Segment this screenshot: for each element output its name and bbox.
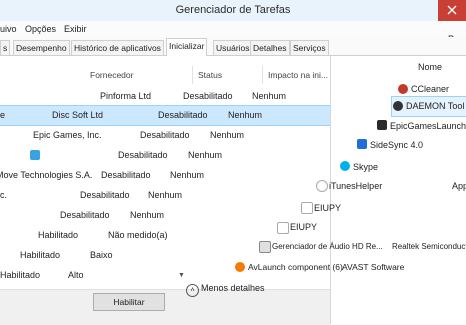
tab-strip: s Desempenho Histórico de aplicativos In… (0, 37, 466, 56)
list-item[interactable]: EIUPY (290, 222, 317, 232)
impact-cell: Alto (68, 270, 84, 280)
window-title: Gerenciador de Tarefas (175, 4, 291, 16)
list-item[interactable]: DAEMON Tool (406, 101, 464, 111)
status-cell: Desabilitado (60, 210, 110, 220)
tab-app-history[interactable]: Histórico de aplicativos (71, 40, 164, 55)
list-item[interactable]: AvLaunch component (6) (248, 262, 343, 272)
impact-cell: Nenhum (252, 91, 287, 101)
publisher-cell: Epic Games, Inc. (33, 130, 102, 140)
publisher-cell: c. (0, 190, 8, 200)
tab-details[interactable]: Detalhes (250, 40, 290, 55)
menu-file[interactable]: uivo (0, 24, 17, 34)
menu-view[interactable]: Exibir (64, 24, 87, 34)
publisher-partial: App (452, 181, 466, 191)
list-item[interactable]: EpicGamesLaunche (390, 121, 466, 131)
table-row-selected[interactable]: e Disc Soft Ltd Desabilitado Nenhum (0, 105, 330, 126)
tab-services[interactable]: Serviços (290, 40, 329, 55)
row-prefix: e (0, 110, 6, 120)
status-cell: Desabilitado (101, 170, 151, 180)
publisher-cell: Disc Soft Ltd (52, 110, 104, 120)
file-icon (277, 222, 289, 234)
menu-bar: uivo Opções Exibir Proc (0, 21, 466, 44)
audio-manager-icon (259, 241, 271, 253)
itunes-icon (316, 180, 328, 192)
column-divider (262, 66, 263, 84)
skype-icon (340, 161, 350, 171)
ccleaner-icon (398, 84, 408, 94)
publisher-cell: Move Technologies S.A. (0, 170, 93, 180)
app-icon (30, 150, 40, 160)
menu-options[interactable]: Opções (25, 24, 56, 34)
status-cell: Habilitado (38, 230, 79, 240)
list-item[interactable]: Skype (353, 162, 378, 172)
sidesync-icon (357, 139, 367, 149)
tab-performance[interactable]: Desempenho (13, 40, 70, 55)
list-item[interactable]: Gerenciador de Áudio HD Re... (272, 242, 383, 251)
footer-bar (0, 289, 330, 325)
table-row[interactable]: Desabilitado Nenhum (0, 146, 330, 165)
list-item[interactable]: EIUPY (314, 203, 341, 213)
list-item[interactable]: SideSync 4.0 (370, 140, 423, 150)
column-header-publisher[interactable]: Fornecedor (90, 70, 133, 80)
file-icon (301, 202, 313, 214)
status-cell: Desabilitado (140, 130, 190, 140)
tab-users[interactable]: Usuários (213, 40, 253, 55)
less-details-link[interactable]: Menos detalhes (201, 283, 265, 293)
tab-processes[interactable]: s (0, 40, 11, 55)
list-item[interactable]: iTunesHelper (329, 181, 382, 191)
epic-games-icon (377, 120, 387, 130)
impact-cell: Não medido(a) (108, 230, 168, 240)
status-cell: Desabilitado (183, 91, 233, 101)
table-row[interactable]: c. Desabilitado Nenhum (0, 186, 330, 205)
status-cell: Habilitado (20, 250, 61, 260)
column-header-name[interactable]: Nome (418, 62, 442, 72)
impact-cell: Nenhum (148, 190, 183, 200)
column-header-impact[interactable]: Impacto na ini... (268, 70, 328, 80)
table-row[interactable]: Epic Games, Inc. Desabilitado Nenhum (0, 126, 330, 145)
impact-cell: Baixo (90, 250, 113, 260)
close-button[interactable] (438, 0, 466, 21)
publisher-cell: Pinforma Ltd (100, 91, 152, 101)
list-item[interactable]: CCleaner (411, 84, 449, 94)
table-row[interactable]: Pinforma Ltd Desabilitado Nenhum (0, 87, 330, 106)
status-cell: Desabilitado (158, 110, 208, 120)
impact-cell: Nenhum (170, 170, 205, 180)
title-bar: Gerenciador de Tarefas (0, 0, 466, 21)
status-cell: Habilitado (0, 270, 41, 280)
table-row[interactable]: Move Technologies S.A. Desabilitado Nenh… (0, 166, 330, 185)
chevron-up-icon[interactable]: ˄ (186, 284, 199, 297)
publisher-cell: Realtek Semiconductor (392, 242, 466, 251)
status-cell: Desabilitado (80, 190, 130, 200)
status-cell: Desabilitado (118, 150, 168, 160)
startup-table: Fornecedor Status Impacto na ini... Pinf… (0, 56, 330, 312)
publisher-cell: AVAST Software (342, 262, 405, 272)
enable-button[interactable]: Habilitar (93, 293, 165, 311)
impact-cell: Nenhum (130, 210, 165, 220)
avast-icon (235, 262, 245, 272)
impact-cell: Nenhum (188, 150, 223, 160)
scroll-down-arrow-icon[interactable]: ▼ (178, 272, 185, 279)
impact-cell: Nenhum (228, 110, 263, 120)
close-icon (447, 5, 457, 15)
tab-startup[interactable]: Inicializar (166, 38, 208, 56)
column-header-status[interactable]: Status (198, 70, 222, 80)
column-divider (192, 66, 193, 84)
daemon-tools-icon (393, 101, 403, 111)
impact-cell: Nenhum (210, 130, 245, 140)
